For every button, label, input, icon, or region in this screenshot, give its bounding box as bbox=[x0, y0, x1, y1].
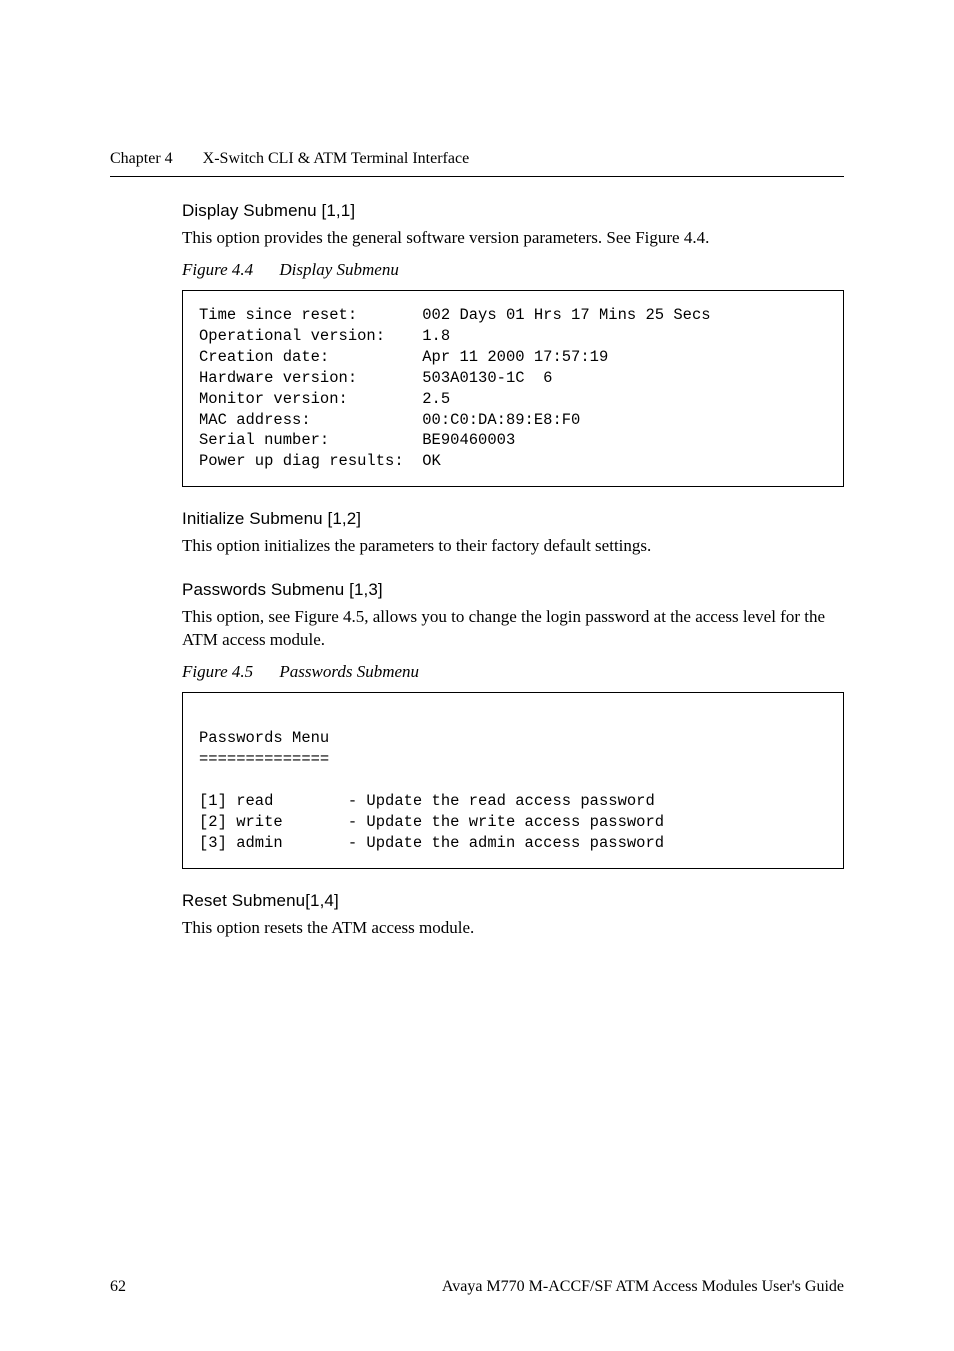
page-number: 62 bbox=[110, 1278, 126, 1296]
doc-title: Avaya M770 M-ACCF/SF ATM Access Modules … bbox=[442, 1278, 844, 1296]
content-area: Display Submenu [1,1] This option provid… bbox=[182, 201, 844, 940]
reset-subhead: Reset Submenu[1,4] bbox=[182, 891, 844, 911]
reset-body: This option resets the ATM access module… bbox=[182, 917, 844, 940]
figure-4-4-text: Display Submenu bbox=[279, 260, 398, 279]
page: Chapter 4 X-Switch CLI & ATM Terminal In… bbox=[0, 0, 954, 1351]
figure-4-4-label: Figure 4.4 bbox=[182, 260, 253, 279]
running-head: Chapter 4 X-Switch CLI & ATM Terminal In… bbox=[110, 150, 844, 168]
header-rule bbox=[110, 176, 844, 177]
passwords-subhead: Passwords Submenu [1,3] bbox=[182, 580, 844, 600]
initialize-body: This option initializes the parameters t… bbox=[182, 535, 844, 558]
footer: 62 Avaya M770 M-ACCF/SF ATM Access Modul… bbox=[110, 1278, 844, 1296]
figure-4-4-caption: Figure 4.4 Display Submenu bbox=[182, 260, 844, 280]
chapter-title: X-Switch CLI & ATM Terminal Interface bbox=[203, 150, 470, 167]
passwords-body: This option, see Figure 4.5, allows you … bbox=[182, 606, 844, 652]
display-subhead: Display Submenu [1,1] bbox=[182, 201, 844, 221]
chapter-label: Chapter 4 bbox=[110, 150, 173, 167]
initialize-subhead: Initialize Submenu [1,2] bbox=[182, 509, 844, 529]
figure-4-5-caption: Figure 4.5 Passwords Submenu bbox=[182, 662, 844, 682]
figure-4-5-code: Passwords Menu ============== [1] read -… bbox=[182, 692, 844, 868]
figure-4-5-text: Passwords Submenu bbox=[279, 662, 419, 681]
display-body: This option provides the general softwar… bbox=[182, 227, 844, 250]
figure-4-5-label: Figure 4.5 bbox=[182, 662, 253, 681]
figure-4-4-code: Time since reset: 002 Days 01 Hrs 17 Min… bbox=[182, 290, 844, 487]
